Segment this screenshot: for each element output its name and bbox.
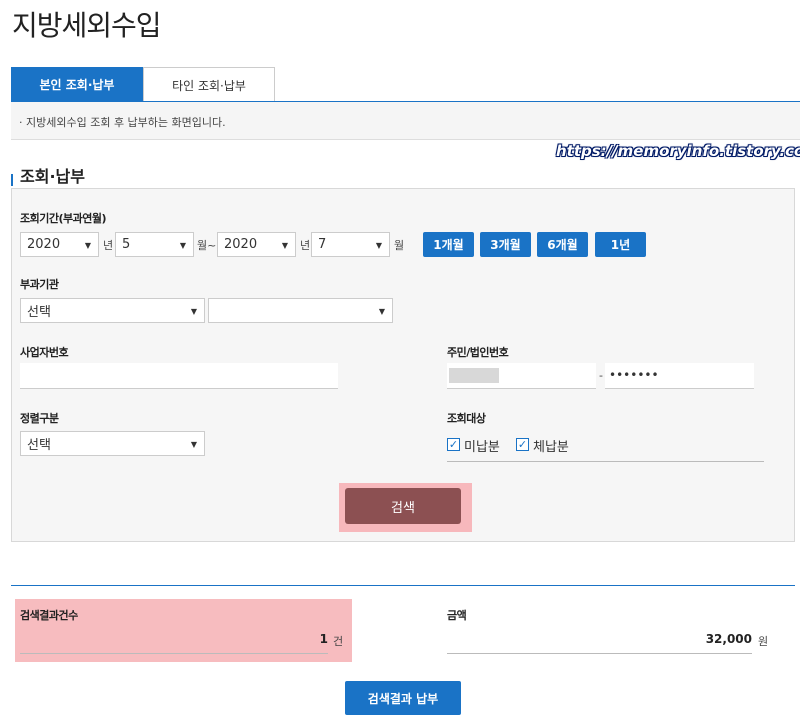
start-month-select[interactable]: 5 ▼ (115, 232, 194, 257)
year-unit: 년 (300, 239, 311, 252)
chevron-down-icon: ▼ (375, 241, 382, 250)
period-1month-button[interactable]: 1개월 (423, 232, 474, 257)
end-month-select[interactable]: 7 ▼ (311, 232, 390, 257)
agency-select-1[interactable]: 선택 ▼ (20, 298, 205, 323)
year-unit: 년 (103, 239, 114, 252)
start-year-select[interactable]: 2020 ▼ (20, 232, 99, 257)
sort-select-value: 선택 (27, 438, 51, 453)
sort-select[interactable]: 선택 ▼ (20, 431, 205, 456)
end-month-value: 7 (318, 237, 327, 252)
tab-other-inquiry[interactable]: 타인 조회·납부 (143, 67, 275, 102)
chevron-down-icon: ▼ (190, 307, 197, 316)
end-year-select[interactable]: 2020 ▼ (217, 232, 296, 257)
chevron-down-icon: ▼ (190, 440, 197, 449)
pay-results-button[interactable]: 검색결과 납부 (345, 681, 461, 715)
notice-text: · 지방세외수입 조회 후 납부하는 화면입니다. (11, 102, 800, 140)
chevron-down-icon: ▼ (179, 241, 186, 250)
result-divider (11, 585, 795, 586)
section-marker (11, 174, 13, 186)
chevron-down-icon: ▼ (281, 241, 288, 250)
target-label: 조회대상 (447, 412, 486, 425)
blurred-value (449, 368, 499, 383)
business-no-label: 사업자번호 (20, 346, 69, 359)
checkbox-overdue[interactable]: ✓ (516, 438, 529, 451)
result-count-value: 1 (319, 632, 328, 646)
sort-label: 정렬구분 (20, 412, 59, 425)
month-unit: 월 (394, 239, 405, 252)
chevron-down-icon: ▼ (378, 307, 385, 316)
amount-underline (447, 653, 752, 654)
start-year-value: 2020 (27, 237, 61, 252)
agency-select-1-value: 선택 (27, 305, 51, 320)
amount-value: 32,000 (705, 632, 752, 646)
chevron-down-icon: ▼ (84, 241, 91, 250)
page-title: 지방세외수입 (12, 9, 162, 42)
period-6month-button[interactable]: 6개월 (537, 232, 588, 257)
end-year-value: 2020 (224, 237, 258, 252)
target-underline (447, 461, 764, 462)
agency-select-2[interactable]: ▼ (208, 298, 393, 323)
amount-label: 금액 (447, 609, 467, 622)
start-month-value: 5 (122, 237, 131, 252)
period-1year-button[interactable]: 1년 (595, 232, 646, 257)
business-no-input[interactable] (20, 363, 338, 389)
checkbox-unpaid[interactable]: ✓ (447, 438, 460, 451)
checkbox-unpaid-label[interactable]: 미납분 (464, 436, 500, 455)
agency-label: 부과기관 (20, 278, 59, 291)
resident-no-separator: - (599, 369, 603, 382)
month-unit-tilde: 월~ (197, 239, 217, 252)
tab-self-inquiry[interactable]: 본인 조회·납부 (11, 67, 143, 102)
result-count-label: 검색결과건수 (20, 609, 78, 622)
resident-no-front-input[interactable] (447, 363, 596, 389)
result-count-unit: 건 (333, 635, 344, 648)
period-3month-button[interactable]: 3개월 (480, 232, 531, 257)
period-label: 조회기간(부과연월) (20, 212, 107, 225)
section-title: 조회·납부 (20, 167, 85, 186)
watermark-text: https://memoryinfo.tistory.com (556, 142, 800, 160)
resident-no-back-input[interactable]: ••••••• (605, 363, 754, 389)
result-count-underline (20, 653, 328, 654)
resident-no-label: 주민/법인번호 (447, 346, 509, 359)
checkbox-overdue-label[interactable]: 체납분 (533, 436, 569, 455)
amount-unit: 원 (758, 635, 769, 648)
search-button[interactable]: 검색 (345, 488, 461, 524)
